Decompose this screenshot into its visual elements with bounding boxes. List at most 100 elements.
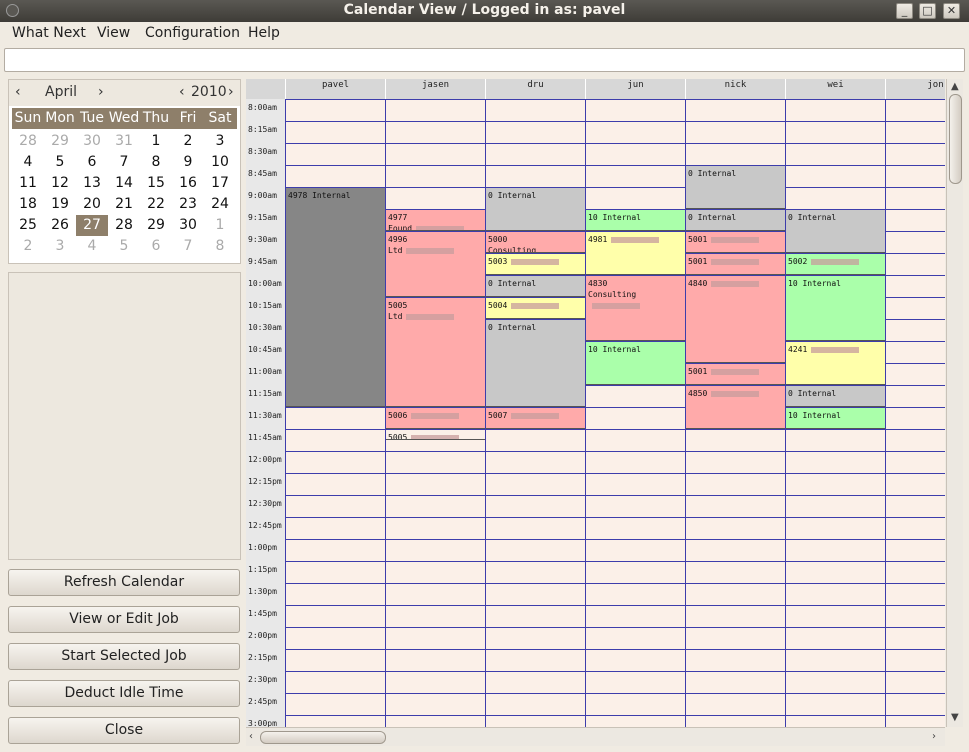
calendar-day[interactable]: 8 [140, 152, 172, 173]
calendar-event[interactable]: 4978 Internal [286, 188, 385, 407]
calendar-day[interactable]: 3 [44, 236, 76, 257]
calendar-event[interactable]: 10 Internal [786, 408, 885, 429]
next-month-icon[interactable]: › [98, 84, 104, 100]
calendar-day[interactable]: 28 [108, 215, 140, 236]
calendar-day[interactable]: 15 [140, 173, 172, 194]
calendar-day[interactable]: 3 [204, 131, 236, 152]
calendar-day[interactable]: 10 [204, 152, 236, 173]
calendar-day[interactable]: 9 [172, 152, 204, 173]
view-edit-job-button[interactable]: View or Edit Job [8, 606, 240, 633]
scroll-down-icon[interactable]: ▼ [951, 712, 959, 723]
refresh-calendar-button[interactable]: Refresh Calendar [8, 569, 240, 596]
calendar-day[interactable]: 14 [108, 173, 140, 194]
calendar-day[interactable]: 29 [140, 215, 172, 236]
calendar-event[interactable]: 4981 [586, 232, 685, 275]
menu-configuration[interactable]: Configuration [145, 25, 240, 41]
next-year-icon[interactable]: › [228, 84, 234, 100]
calendar-day[interactable]: 4 [12, 152, 44, 173]
calendar-event[interactable]: 10 Internal [786, 276, 885, 341]
calendar-event[interactable]: 10 Internal [586, 210, 685, 231]
calendar-event[interactable]: 0 Internal [686, 166, 785, 209]
calendar-event[interactable]: 5000 Consulting [486, 232, 585, 253]
calendar-event[interactable]: 4850 [686, 386, 785, 429]
calendar-day[interactable]: 11 [12, 173, 44, 194]
minimize-button[interactable]: _ [896, 3, 913, 19]
calendar-event[interactable]: 5001 [686, 364, 785, 385]
calendar-day[interactable]: 18 [12, 194, 44, 215]
calendar-event[interactable]: 4241 [786, 342, 885, 385]
calendar-day[interactable]: 12 [44, 173, 76, 194]
menu-view[interactable]: View [97, 25, 130, 41]
event-text: 5000 Consulting [488, 235, 537, 253]
scroll-up-icon[interactable]: ▲ [951, 81, 959, 92]
calendar-event[interactable]: 5006 [386, 408, 485, 429]
vertical-scroll-thumb[interactable] [949, 94, 962, 184]
calendar-day[interactable]: 1 [204, 215, 236, 236]
calendar-event[interactable]: 5007 [486, 408, 585, 429]
calendar-day[interactable]: 19 [44, 194, 76, 215]
horizontal-scrollbar[interactable]: ‹ › [246, 727, 945, 746]
calendar-event[interactable]: 5002 [786, 254, 885, 275]
calendar-event[interactable]: 5001 [686, 232, 785, 253]
calendar-event[interactable]: 0 Internal [786, 386, 885, 407]
calendar-event[interactable]: 0 Internal [486, 188, 585, 231]
calendar-event[interactable]: 4977 Found [386, 210, 485, 231]
calendar-day[interactable]: 17 [204, 173, 236, 194]
calendar-day[interactable]: 25 [12, 215, 44, 236]
calendar-day[interactable]: 2 [12, 236, 44, 257]
calendar-event[interactable]: 0 Internal [486, 320, 585, 407]
scroll-right-icon[interactable]: › [932, 731, 936, 742]
scroll-left-icon[interactable]: ‹ [249, 731, 253, 742]
calendar-day[interactable]: 24 [204, 194, 236, 215]
calendar-event[interactable]: 4996 Ltd [386, 232, 485, 297]
calendar-event[interactable]: 5005 Ltd [386, 298, 485, 407]
calendar-day[interactable]: 6 [140, 236, 172, 257]
command-input[interactable] [4, 48, 965, 72]
start-selected-job-button[interactable]: Start Selected Job [8, 643, 240, 670]
calendar-day[interactable]: 20 [76, 194, 108, 215]
redacted-text [611, 236, 660, 243]
prev-year-icon[interactable]: ‹ [179, 84, 185, 100]
calendar-day[interactable]: 29 [44, 131, 76, 152]
calendar-day[interactable]: 2 [172, 131, 204, 152]
menu-what-next[interactable]: What Next [12, 25, 86, 41]
calendar-day[interactable]: 23 [172, 194, 204, 215]
calendar-day[interactable]: 31 [108, 131, 140, 152]
calendar-day[interactable]: 7 [172, 236, 204, 257]
close-window-button[interactable]: ✕ [943, 3, 960, 19]
calendar-event[interactable]: 4830 Consulting [586, 276, 685, 341]
maximize-button[interactable]: □ [919, 3, 936, 19]
deduct-idle-time-button[interactable]: Deduct Idle Time [8, 680, 240, 707]
calendar-event[interactable]: 0 Internal [486, 276, 585, 297]
menu-help[interactable]: Help [248, 25, 280, 41]
calendar-event[interactable]: 5004 [486, 298, 585, 319]
time-label: 12:15pm [248, 477, 282, 486]
calendar-event[interactable]: 10 Internal [586, 342, 685, 385]
calendar-day[interactable]: 6 [76, 152, 108, 173]
vertical-scrollbar[interactable]: ▲ ▼ [946, 79, 963, 727]
horizontal-scroll-thumb[interactable] [260, 731, 386, 744]
calendar-day[interactable]: 27 [76, 215, 108, 236]
close-button[interactable]: Close [8, 717, 240, 744]
calendar-day[interactable]: 22 [140, 194, 172, 215]
calendar-day[interactable]: 1 [140, 131, 172, 152]
calendar-day[interactable]: 8 [204, 236, 236, 257]
calendar-day[interactable]: 4 [76, 236, 108, 257]
calendar-event[interactable]: 0 Internal [786, 210, 885, 253]
calendar-event[interactable]: 5001 [686, 254, 785, 275]
calendar-event[interactable]: 5005 [386, 430, 485, 440]
calendar-event[interactable]: 4840 [686, 276, 785, 363]
prev-month-icon[interactable]: ‹ [15, 84, 21, 100]
calendar-day[interactable]: 5 [44, 152, 76, 173]
calendar-event[interactable]: 5003 [486, 254, 585, 275]
calendar-day[interactable]: 28 [12, 131, 44, 152]
calendar-day[interactable]: 30 [172, 215, 204, 236]
calendar-day[interactable]: 13 [76, 173, 108, 194]
calendar-day[interactable]: 7 [108, 152, 140, 173]
calendar-event[interactable]: 0 Internal [686, 210, 785, 231]
calendar-day[interactable]: 26 [44, 215, 76, 236]
calendar-day[interactable]: 5 [108, 236, 140, 257]
calendar-day[interactable]: 16 [172, 173, 204, 194]
calendar-day[interactable]: 30 [76, 131, 108, 152]
calendar-day[interactable]: 21 [108, 194, 140, 215]
